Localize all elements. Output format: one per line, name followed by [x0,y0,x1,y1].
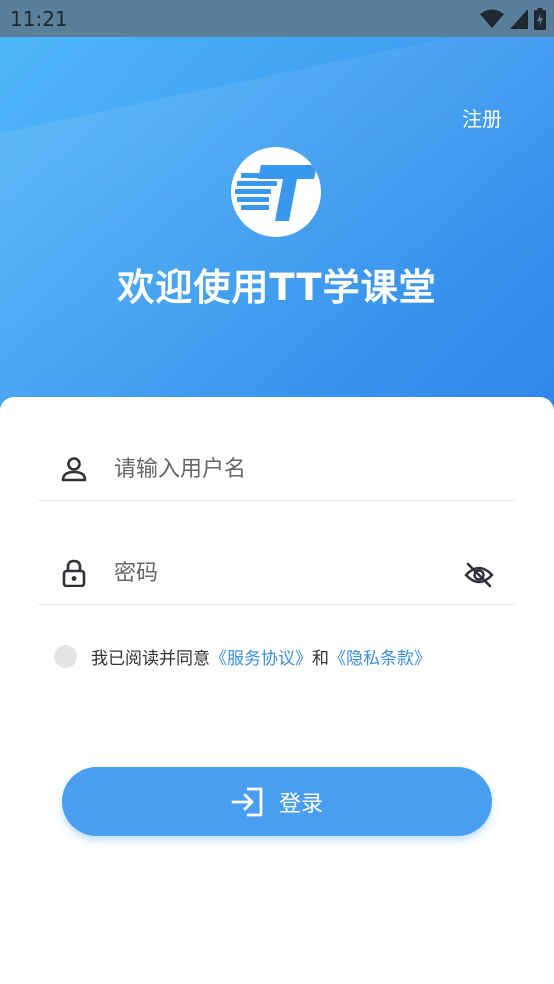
service-agreement-link[interactable]: 《服务协议》 [210,644,312,669]
wifi-icon [480,9,504,28]
register-link[interactable]: 注册 [462,103,502,132]
agreement-checkbox[interactable] [54,644,77,668]
login-card: 我已阅读并同意 《服务协议》 和 《隐私条款》 登录 [0,397,554,984]
agreement-conjunction: 和 [312,648,329,669]
user-icon [61,457,87,482]
eye-off-icon[interactable] [464,561,494,589]
lock-icon [62,559,86,587]
password-input[interactable] [114,557,444,589]
cellular-signal-icon [510,9,528,29]
tt-logo-icon [231,147,321,237]
hero-header: 注册 欢迎使用TT学课堂 [0,37,554,427]
battery-charging-icon [534,8,546,30]
login-button[interactable]: 登录 [62,767,492,836]
status-icons [480,8,546,30]
welcome-title: 欢迎使用TT学课堂 [117,266,437,309]
login-button-label: 登录 [278,791,323,817]
login-icon [231,787,263,816]
username-input[interactable] [114,453,444,485]
agreement-prefix: 我已阅读并同意 [91,648,210,669]
password-row [38,501,516,605]
status-time: 11:21 [10,7,68,31]
status-bar: 11:21 [0,0,554,37]
agreement-row: 我已阅读并同意 《服务协议》 和 《隐私条款》 [54,644,431,669]
privacy-policy-link[interactable]: 《隐私条款》 [329,644,431,669]
username-row [38,397,516,501]
